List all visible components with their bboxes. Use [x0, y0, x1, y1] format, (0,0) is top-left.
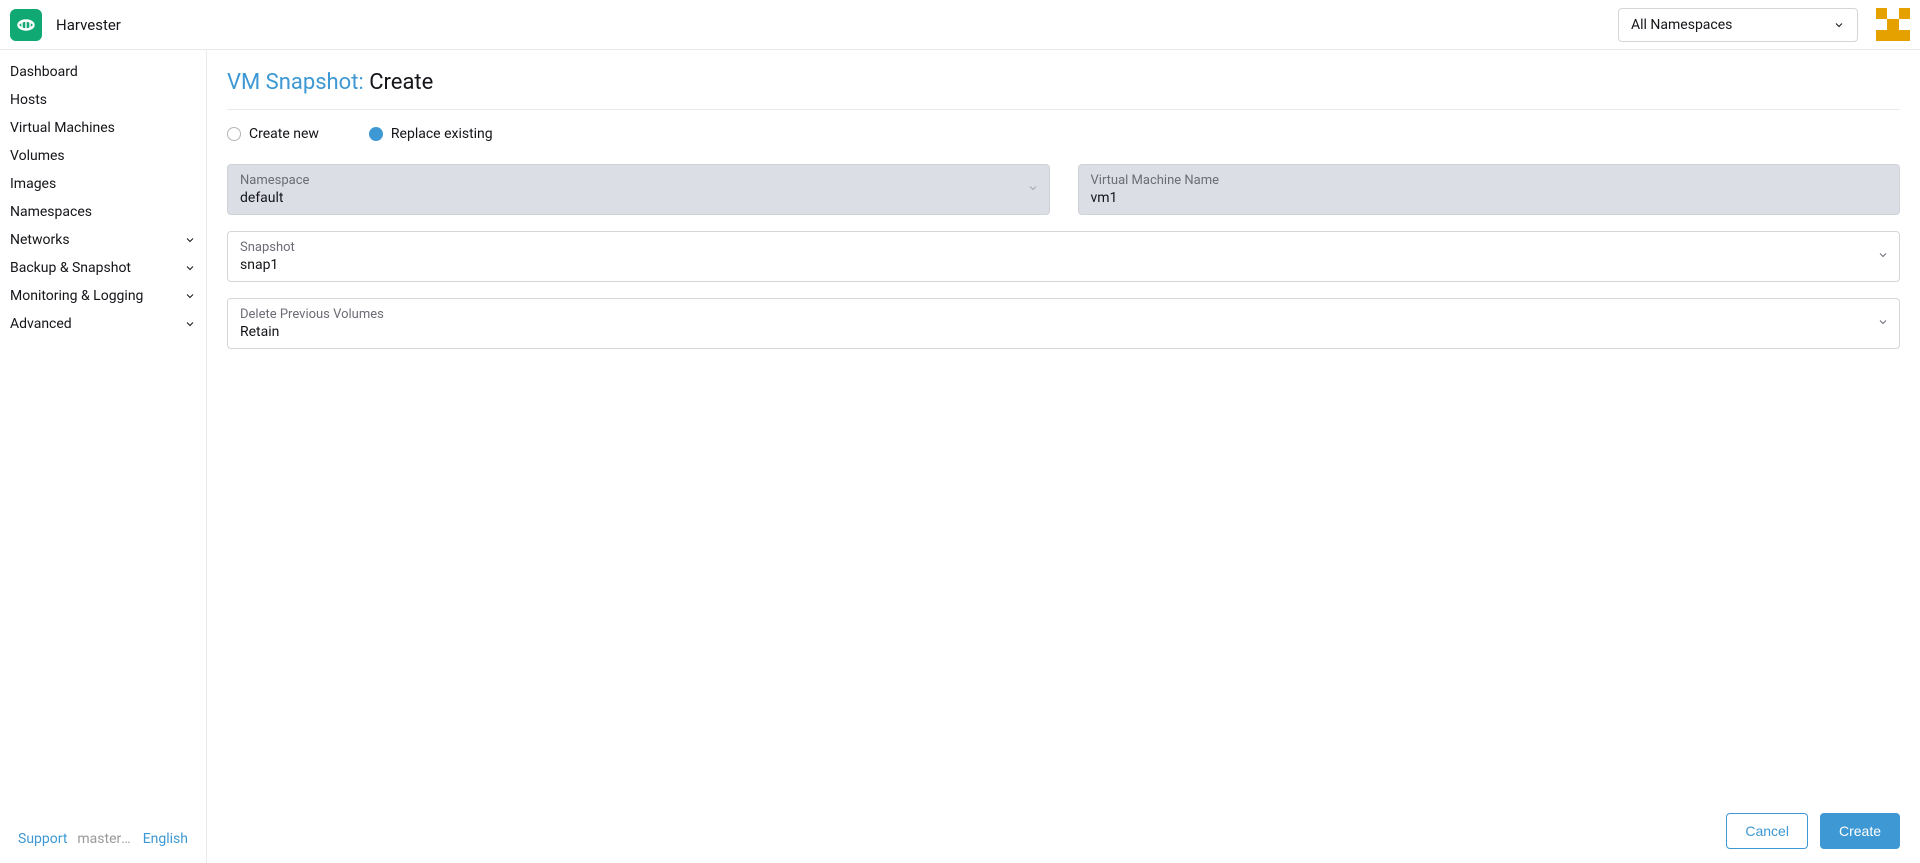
sidebar-item-advanced[interactable]: Advanced [0, 310, 206, 338]
sidebar: Dashboard Hosts Virtual Machines Volumes… [0, 50, 207, 863]
vm-name-field: Virtual Machine Name vm1 [1078, 164, 1901, 215]
version-text: master-… [77, 831, 132, 847]
sidebar-item-label: Dashboard [10, 64, 78, 80]
mode-radio-group: Create new Replace existing [227, 126, 1900, 142]
snapshot-select[interactable]: Snapshot snap1 [227, 231, 1900, 282]
sidebar-item-label: Advanced [10, 316, 72, 332]
sidebar-item-label: Images [10, 176, 56, 192]
page-title-action: Create [369, 70, 433, 95]
radio-replace-existing[interactable]: Replace existing [369, 126, 493, 142]
header-right: All Namespaces [1618, 8, 1910, 42]
field-value: vm1 [1091, 190, 1870, 206]
footer-actions: Cancel Create [207, 799, 1920, 863]
sidebar-footer: Support master-… English [0, 831, 206, 855]
product-name: Harvester [56, 16, 121, 34]
field-label: Snapshot [240, 240, 1869, 255]
header-left: Harvester [10, 9, 121, 41]
field-value: default [240, 190, 1019, 206]
user-avatar[interactable] [1876, 8, 1910, 42]
field-label: Delete Previous Volumes [240, 307, 1869, 322]
sidebar-item-label: Namespaces [10, 204, 92, 220]
chevron-down-icon [184, 290, 196, 302]
sidebar-item-virtual-machines[interactable]: Virtual Machines [0, 114, 206, 142]
header: Harvester All Namespaces [0, 0, 1920, 50]
sidebar-item-networks[interactable]: Networks [0, 226, 206, 254]
sidebar-item-label: Backup & Snapshot [10, 260, 131, 276]
sidebar-item-monitoring-logging[interactable]: Monitoring & Logging [0, 282, 206, 310]
page-title-prefix: VM Snapshot: [227, 70, 369, 95]
language-link[interactable]: English [143, 831, 188, 847]
sidebar-item-label: Volumes [10, 148, 65, 164]
chevron-down-icon [184, 234, 196, 246]
namespace-selector[interactable]: All Namespaces [1618, 8, 1858, 42]
sidebar-item-backup-snapshot[interactable]: Backup & Snapshot [0, 254, 206, 282]
radio-dot-icon [227, 127, 241, 141]
chevron-down-icon [1833, 19, 1845, 31]
sidebar-item-label: Hosts [10, 92, 47, 108]
radio-dot-icon [369, 127, 383, 141]
radio-label: Replace existing [391, 126, 493, 142]
sidebar-item-images[interactable]: Images [0, 170, 206, 198]
sidebar-item-label: Monitoring & Logging [10, 288, 143, 304]
divider [227, 109, 1900, 110]
sidebar-item-label: Networks [10, 232, 70, 248]
cancel-button[interactable]: Cancel [1726, 813, 1808, 849]
create-button[interactable]: Create [1820, 813, 1900, 849]
field-label: Virtual Machine Name [1091, 173, 1870, 188]
radio-label: Create new [249, 126, 319, 142]
chevron-down-icon [1877, 316, 1889, 332]
namespace-field: Namespace default [227, 164, 1050, 215]
sidebar-item-label: Virtual Machines [10, 120, 115, 136]
harvester-icon [14, 13, 38, 37]
product-logo[interactable] [10, 9, 42, 41]
support-link[interactable]: Support [18, 831, 67, 847]
page-title: VM Snapshot: Create [227, 70, 1900, 95]
field-value: snap1 [240, 257, 1869, 273]
chevron-down-icon [184, 262, 196, 274]
chevron-down-icon [1877, 249, 1889, 265]
sidebar-item-namespaces[interactable]: Namespaces [0, 198, 206, 226]
radio-create-new[interactable]: Create new [227, 126, 319, 142]
field-label: Namespace [240, 173, 1019, 188]
sidebar-item-dashboard[interactable]: Dashboard [0, 58, 206, 86]
delete-previous-volumes-select[interactable]: Delete Previous Volumes Retain [227, 298, 1900, 349]
main: VM Snapshot: Create Create new Replace e… [207, 50, 1920, 863]
sidebar-item-volumes[interactable]: Volumes [0, 142, 206, 170]
chevron-down-icon [1027, 182, 1039, 198]
sidebar-item-hosts[interactable]: Hosts [0, 86, 206, 114]
namespace-selector-value: All Namespaces [1631, 17, 1732, 33]
field-value: Retain [240, 324, 1869, 340]
sidebar-nav: Dashboard Hosts Virtual Machines Volumes… [0, 58, 206, 338]
chevron-down-icon [184, 318, 196, 330]
